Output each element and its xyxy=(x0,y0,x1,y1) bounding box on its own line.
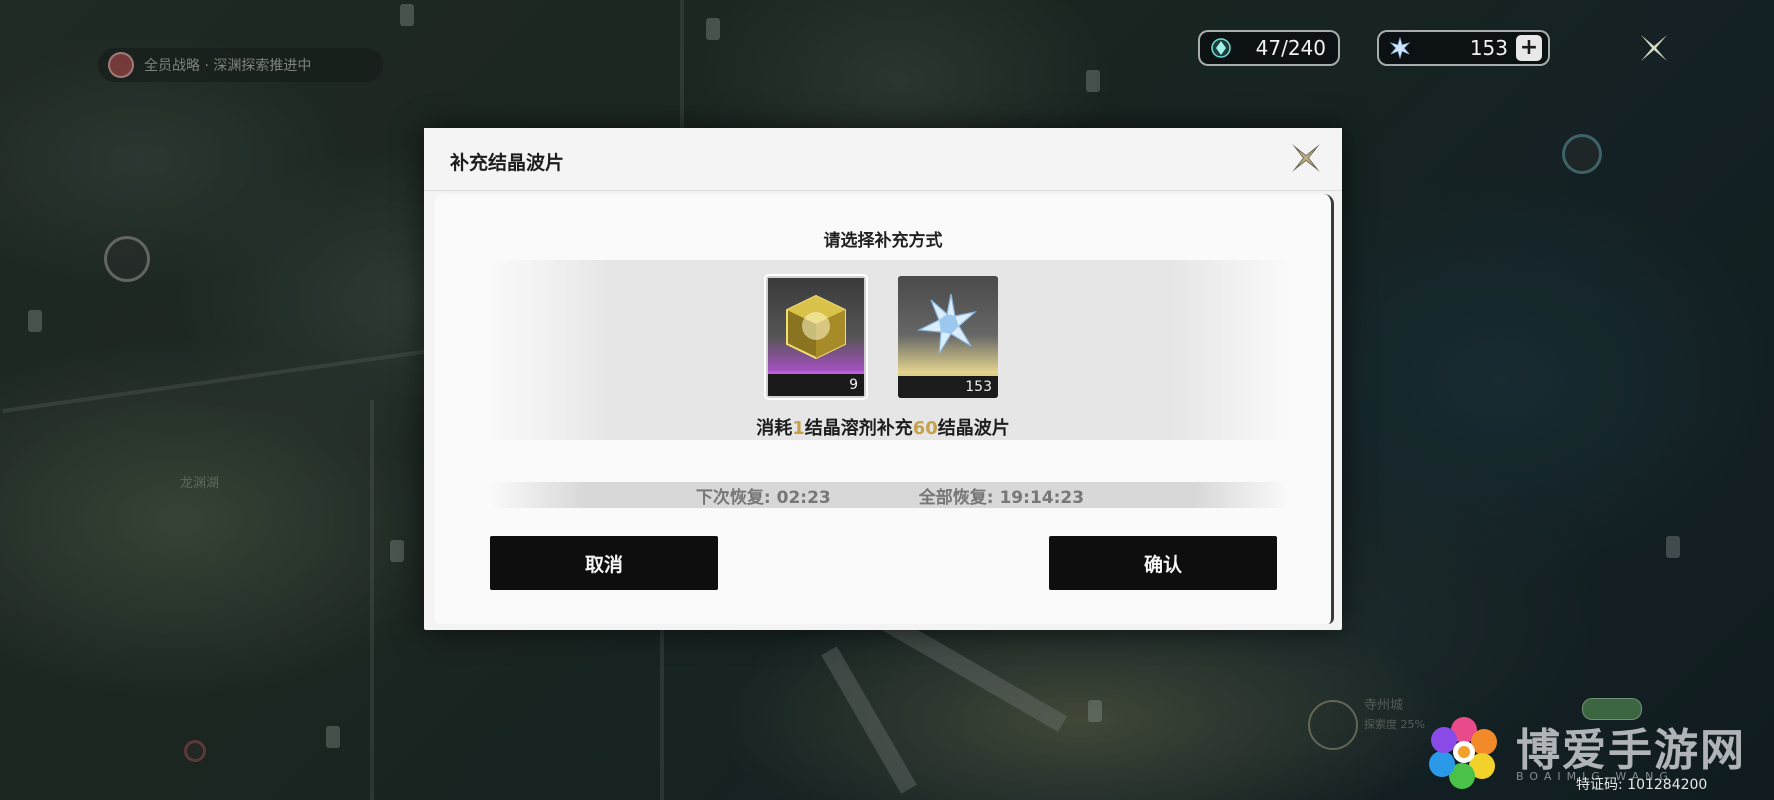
flower-logo-icon xyxy=(1429,717,1497,789)
energy-value: 47/240 xyxy=(1255,36,1326,60)
desc-text: 结晶溶剂补充 xyxy=(804,418,913,439)
item-crystal-star[interactable]: 153 xyxy=(898,276,998,398)
refill-prompt: 请选择补充方式 xyxy=(823,231,943,251)
cancel-button[interactable]: 取消 xyxy=(490,536,718,590)
item-count: 9 xyxy=(768,374,864,396)
close-x-icon[interactable] xyxy=(1636,30,1672,66)
verification-code: 特证码: 101284200 xyxy=(1576,777,1708,793)
dialog-header: 补充结晶波片 xyxy=(424,128,1342,191)
full-recovery-timer: 全部恢复: 19:14:23 xyxy=(918,487,1085,508)
desc-gain-amount: 60 xyxy=(912,418,938,439)
desc-text: 消耗 xyxy=(756,418,793,439)
dialog-close-icon[interactable] xyxy=(1286,138,1326,178)
confirm-button[interactable]: 确认 xyxy=(1049,536,1277,590)
item-crystal-solvent[interactable]: 9 xyxy=(764,274,868,400)
watermark-text: 博爱手游网 xyxy=(1516,725,1746,776)
recovery-timers: 下次恢复: 02:23 全部恢复: 19:14:23 xyxy=(490,482,1290,508)
blue-crystal-star-icon xyxy=(898,276,998,374)
energy-counter: 47/240 xyxy=(1198,30,1340,66)
item-count: 153 xyxy=(898,376,998,398)
dialog-title: 补充结晶波片 xyxy=(450,152,565,174)
shard-counter: 153 + xyxy=(1377,30,1550,66)
desc-text: 结晶波片 xyxy=(937,418,1010,439)
refill-description: 消耗1结晶溶剂补充60结晶波片 xyxy=(424,414,1342,440)
quest-text: 全员战略 · 深渊探索推进中 xyxy=(144,58,312,74)
refill-dialog: 补充结晶波片 请选择补充方式 9 153 消耗1结晶溶剂补充60结晶波片 下次恢… xyxy=(424,128,1342,630)
shard-value: 153 xyxy=(1469,36,1508,60)
add-shard-button[interactable]: + xyxy=(1516,35,1542,61)
crystal-gem-icon xyxy=(1210,37,1232,59)
golden-cube-icon xyxy=(768,278,864,376)
quest-icon xyxy=(108,52,134,78)
quest-tracker[interactable]: 全员战略 · 深渊探索推进中 xyxy=(98,48,383,82)
desc-cost-amount: 1 xyxy=(792,418,805,439)
next-recovery-timer: 下次恢复: 02:23 xyxy=(695,487,831,508)
crystal-star-icon xyxy=(1389,37,1411,59)
item-selection-band xyxy=(490,260,1290,440)
